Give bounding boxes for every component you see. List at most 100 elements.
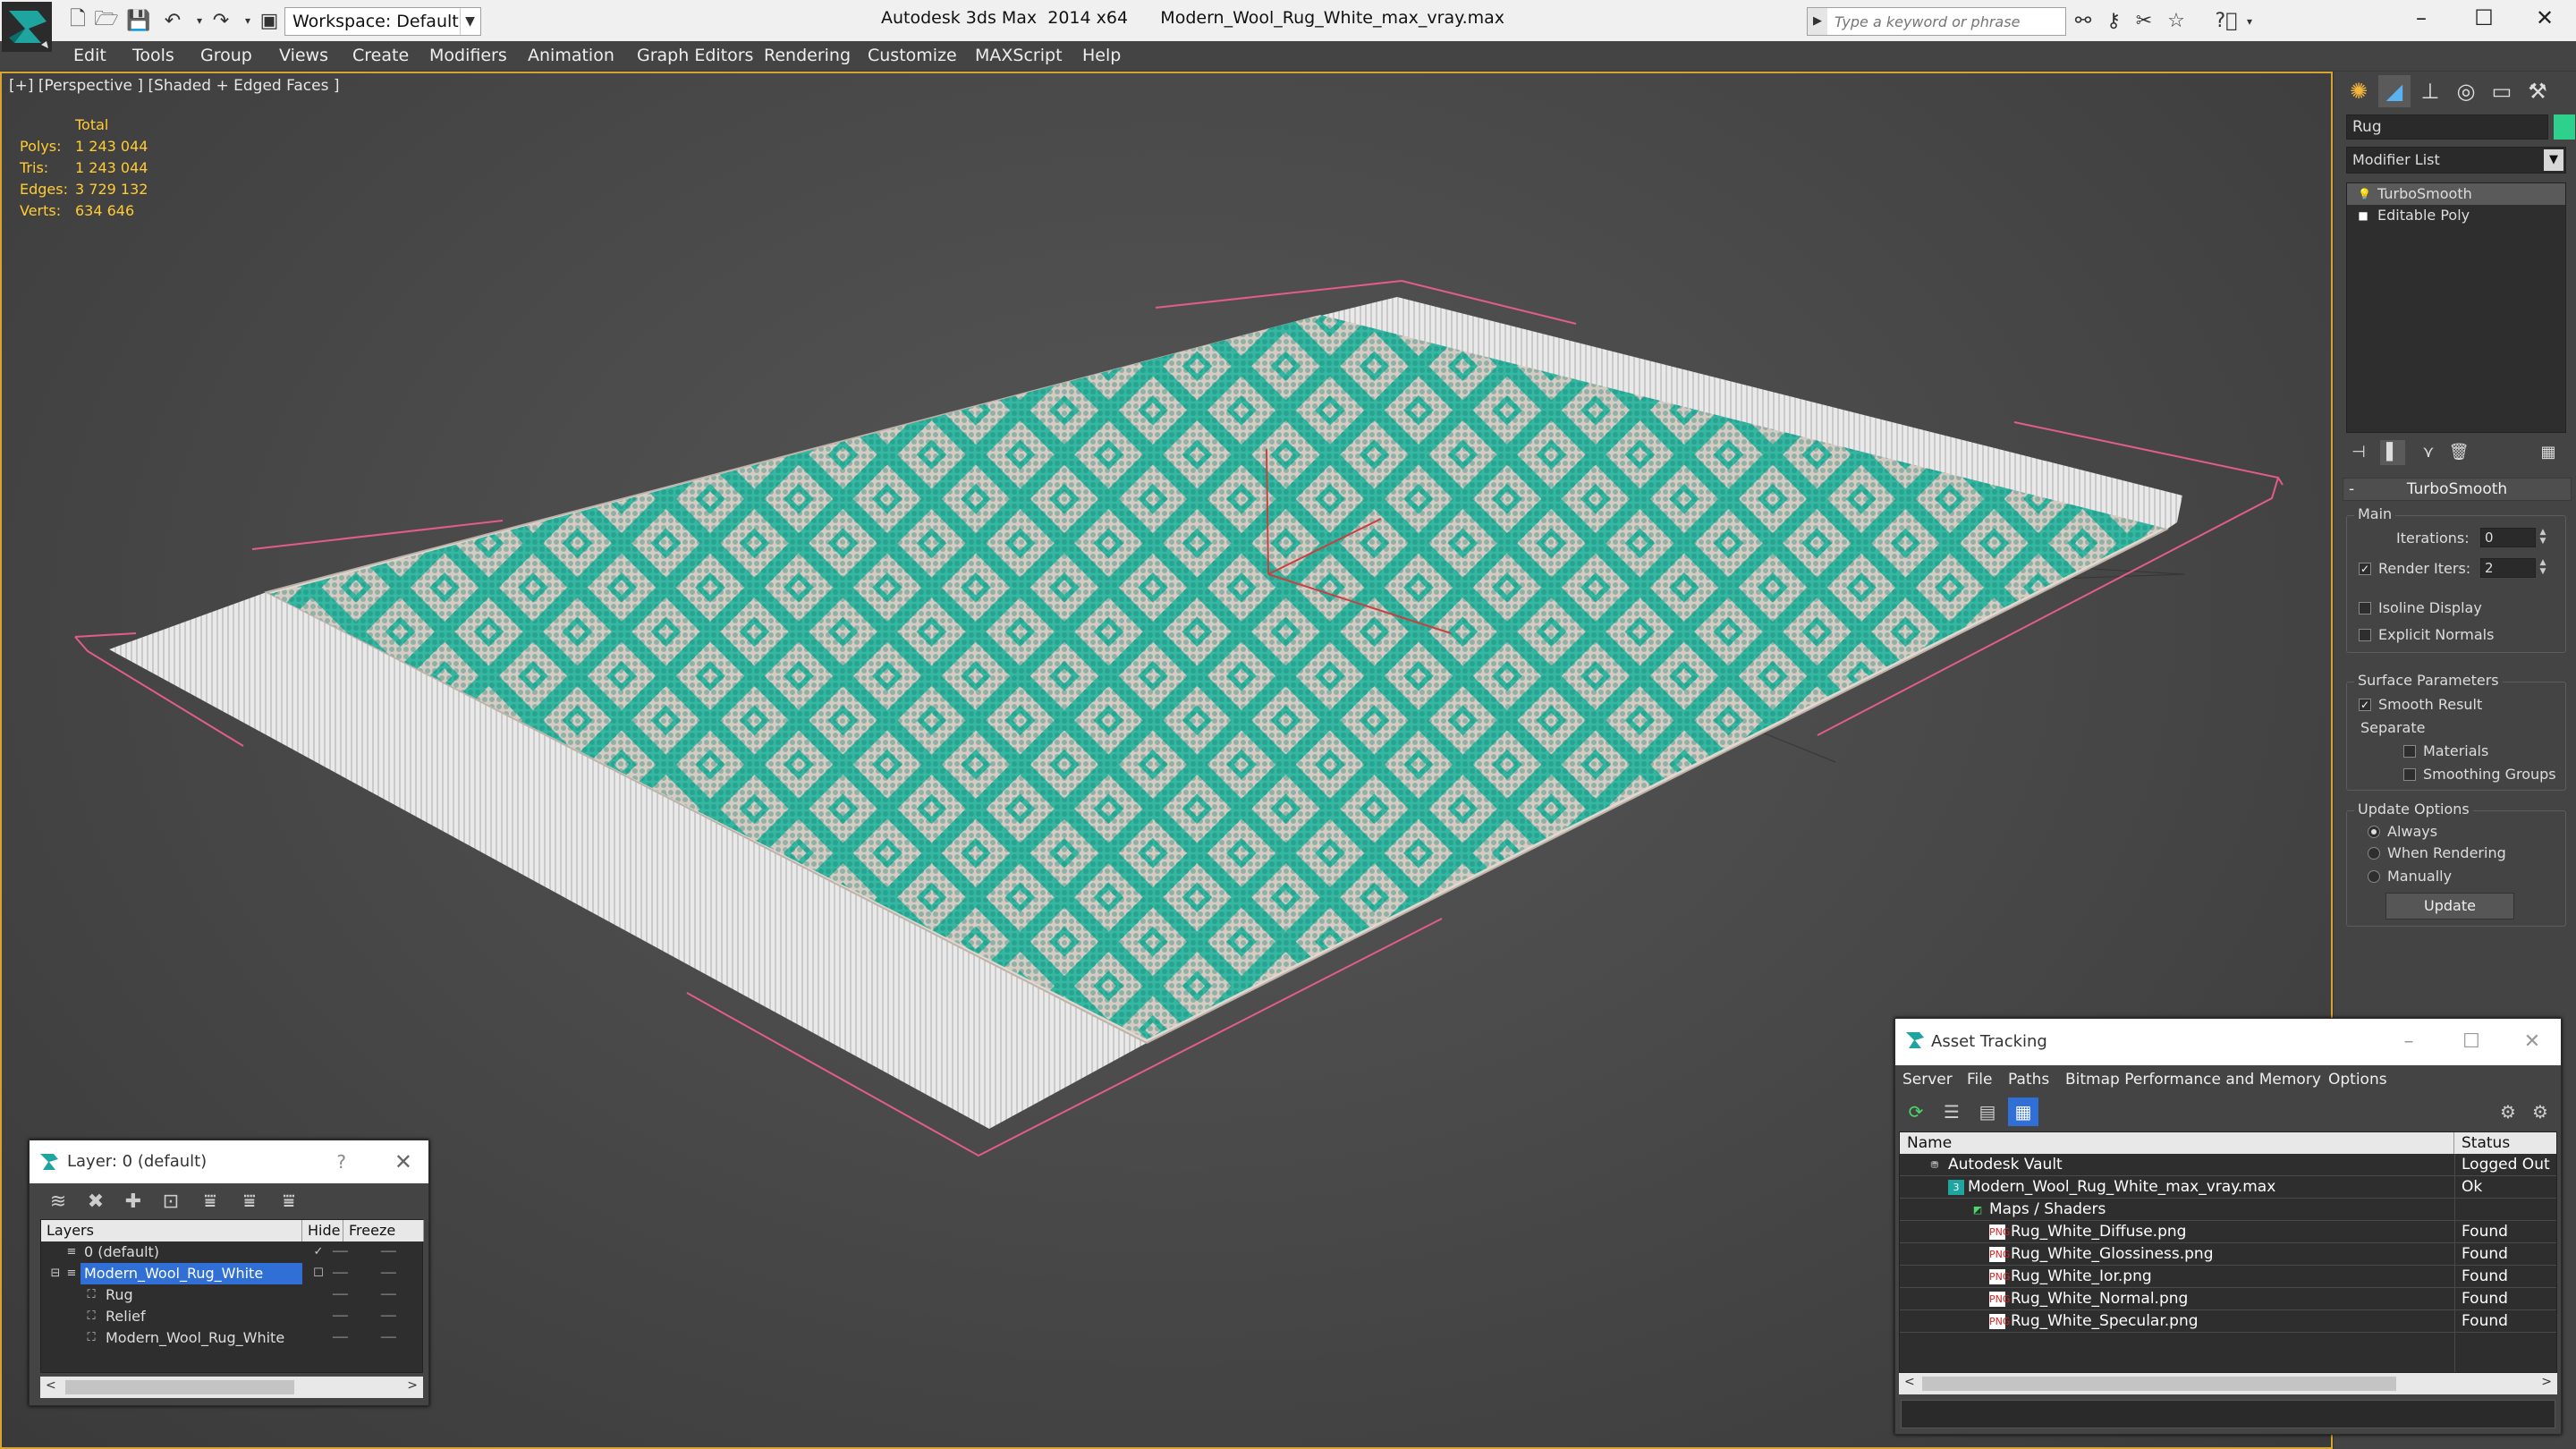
workspace-select[interactable]: Workspace: Default <box>284 7 481 36</box>
expand-square-icon[interactable]: ■ <box>2358 210 2368 221</box>
refresh-icon[interactable]: ⟳ <box>1901 1097 1931 1126</box>
layer-name[interactable]: 0 (default) <box>80 1241 159 1263</box>
search-box[interactable]: ▶ <box>1807 7 2066 36</box>
display-tab-icon[interactable]: ▭ <box>2486 75 2518 107</box>
when-rendering-radio[interactable] <box>2368 846 2380 860</box>
save-icon[interactable]: 💾 <box>125 7 152 34</box>
smoothing-groups-row[interactable]: Smoothing Groups <box>2403 766 2556 783</box>
make-current-icon[interactable]: ☐ <box>311 1267 326 1281</box>
project-folder-icon[interactable]: ▣ <box>256 7 283 34</box>
minimize-button[interactable]: – <box>2382 1019 2436 1065</box>
asset-row[interactable]: PNG Rug_White_Specular.png Found <box>1900 1310 2556 1333</box>
create-layer-icon[interactable]: ✚ <box>117 1187 149 1217</box>
asset-path-field[interactable] <box>1901 1400 2555 1428</box>
app-logo-icon[interactable] <box>2 2 52 52</box>
object-name[interactable]: Rug <box>102 1284 133 1306</box>
menu-maxscript[interactable]: MAXScript <box>975 46 1063 65</box>
asset-row[interactable]: PNG Rug_White_Diffuse.png Found <box>1900 1221 2556 1243</box>
asset-row[interactable]: PNG Rug_White_Normal.png Found <box>1900 1288 2556 1310</box>
smooth-result-row[interactable]: ✓ Smooth Result <box>2359 696 2482 713</box>
make-unique-icon[interactable]: ⋎ <box>2416 440 2441 465</box>
col-hide-header[interactable]: Hide <box>302 1220 343 1241</box>
hide-toggle[interactable]: ── <box>333 1327 348 1349</box>
hierarchy-tab-icon[interactable]: ⊥ <box>2414 75 2446 107</box>
delete-layer-icon[interactable]: ✖ <box>80 1187 112 1217</box>
search-expand-icon[interactable]: ▶ <box>1808 8 1827 35</box>
motion-tab-icon[interactable]: ◎ <box>2450 75 2482 107</box>
menu-help[interactable]: Help <box>1082 46 1121 65</box>
help-dropdown-icon[interactable]: ▾ <box>2236 8 2263 35</box>
menu-create[interactable]: Create <box>352 46 409 65</box>
minimize-button[interactable]: – <box>2390 0 2453 36</box>
layer-row[interactable]: ⛶ Rug ── ── <box>41 1284 422 1306</box>
detail-view-icon[interactable]: ▤ <box>1972 1097 2003 1126</box>
freeze-toggle[interactable]: ── <box>381 1306 396 1327</box>
menu-server[interactable]: Server <box>1902 1071 1953 1089</box>
current-layer-check-icon[interactable]: ✓ <box>311 1245 326 1259</box>
always-radio[interactable] <box>2368 825 2380 838</box>
explicit-normals-checkbox[interactable] <box>2359 628 2371 641</box>
configure-sets-icon[interactable]: ▦ <box>2536 440 2561 465</box>
freeze-toggle[interactable]: ── <box>381 1327 396 1349</box>
stack-item-turbosmooth[interactable]: 💡 TurboSmooth <box>2347 183 2565 205</box>
lightbulb-icon[interactable]: 💡 <box>2358 189 2371 199</box>
close-button[interactable]: ✕ <box>394 1140 412 1183</box>
search-input[interactable] <box>1827 8 2065 35</box>
freeze-toggle[interactable]: ── <box>381 1241 396 1263</box>
collapse-icon[interactable]: ⊟ <box>48 1267 63 1281</box>
layer-row[interactable]: ⛶ Relief ── ── <box>41 1306 422 1327</box>
table-view-icon[interactable]: ▦ <box>2008 1097 2038 1126</box>
hide-toggle[interactable]: ── <box>333 1284 348 1306</box>
menu-rendering[interactable]: Rendering <box>764 46 851 65</box>
materials-checkbox[interactable] <box>2403 744 2416 758</box>
menu-file[interactable]: File <box>1967 1071 1992 1089</box>
undo-icon[interactable]: ↶ <box>159 7 186 34</box>
close-button[interactable]: ✕ <box>2513 0 2576 36</box>
show-end-result-icon[interactable]: ▌ <box>2380 440 2405 465</box>
vault-settings-icon[interactable]: ⚙ <box>2525 1097 2555 1126</box>
object-color-swatch[interactable] <box>2554 114 2575 140</box>
scroll-left-icon[interactable]: < <box>1904 1375 1915 1389</box>
freeze-toggle[interactable]: ── <box>381 1263 396 1284</box>
scroll-left-icon[interactable]: < <box>46 1378 56 1393</box>
scrollbar-thumb[interactable] <box>65 1380 294 1394</box>
spinner-arrows-icon[interactable]: ▲ ▼ <box>2538 528 2548 547</box>
smooth-result-checkbox[interactable]: ✓ <box>2359 698 2371 711</box>
scroll-right-icon[interactable]: > <box>2541 1375 2552 1389</box>
viewport-label[interactable]: [+] [Perspective ] [Shaded + Edged Faces… <box>9 77 339 95</box>
hide-toggle[interactable]: ── <box>333 1241 348 1263</box>
render-iters-spinner[interactable]: 2 <box>2480 558 2536 578</box>
asset-row[interactable]: 3 Modern_Wool_Rug_White_max_vray.max Ok <box>1900 1176 2556 1199</box>
materials-row[interactable]: Materials <box>2403 742 2488 759</box>
menu-graph-editors[interactable]: Graph Editors <box>637 46 753 65</box>
col-freeze-header[interactable]: Freeze <box>343 1220 424 1241</box>
open-file-icon[interactable]: 🗁 <box>93 7 120 34</box>
workspace-dropdown-icon[interactable]: ▼ <box>460 8 479 35</box>
horizontal-scrollbar[interactable]: < > <box>40 1377 423 1398</box>
redo-icon[interactable]: ↷ <box>208 7 234 34</box>
asset-row[interactable]: PNG Rug_White_Ior.png Found <box>1900 1266 2556 1288</box>
collapse-toggle[interactable]: - <box>2349 479 2354 500</box>
layer-name[interactable]: Modern_Wool_Rug_White <box>80 1263 302 1284</box>
add-to-layer-icon[interactable]: ⩸ <box>194 1187 226 1217</box>
modifier-list-dropdown-icon[interactable]: ▼ <box>2544 149 2563 171</box>
dialog-title-bar[interactable]: Asset Tracking – ☐ ✕ <box>1895 1019 2561 1065</box>
maximize-button[interactable]: ☐ <box>2445 1019 2498 1065</box>
object-name[interactable]: Relief <box>102 1306 146 1327</box>
scrollbar-thumb[interactable] <box>1922 1377 2396 1391</box>
layer-row[interactable]: ≡ 0 (default) ✓ ── ── <box>41 1241 422 1263</box>
menu-edit[interactable]: Edit <box>73 46 106 65</box>
hide-toggle[interactable]: ── <box>333 1306 348 1327</box>
menu-paths[interactable]: Paths <box>2008 1071 2049 1089</box>
smoothing-groups-checkbox[interactable] <box>2403 767 2416 781</box>
layer-settings-icon[interactable]: ⩸ <box>273 1187 305 1217</box>
col-name-header[interactable]: Name <box>1900 1132 2454 1154</box>
asset-row[interactable]: PNG Rug_White_Glossiness.png Found <box>1900 1243 2556 1266</box>
help-button[interactable]: ? <box>336 1140 346 1183</box>
list-view-icon[interactable]: ☰ <box>1936 1097 1967 1126</box>
menu-options[interactable]: Options <box>2328 1071 2387 1089</box>
explicit-normals-row[interactable]: Explicit Normals <box>2359 626 2494 643</box>
dialog-title-bar[interactable]: Layer: 0 (default) ? ✕ <box>30 1140 428 1183</box>
update-button[interactable]: Update <box>2385 893 2514 919</box>
render-iters-checkbox[interactable]: ✓ <box>2359 562 2371 575</box>
